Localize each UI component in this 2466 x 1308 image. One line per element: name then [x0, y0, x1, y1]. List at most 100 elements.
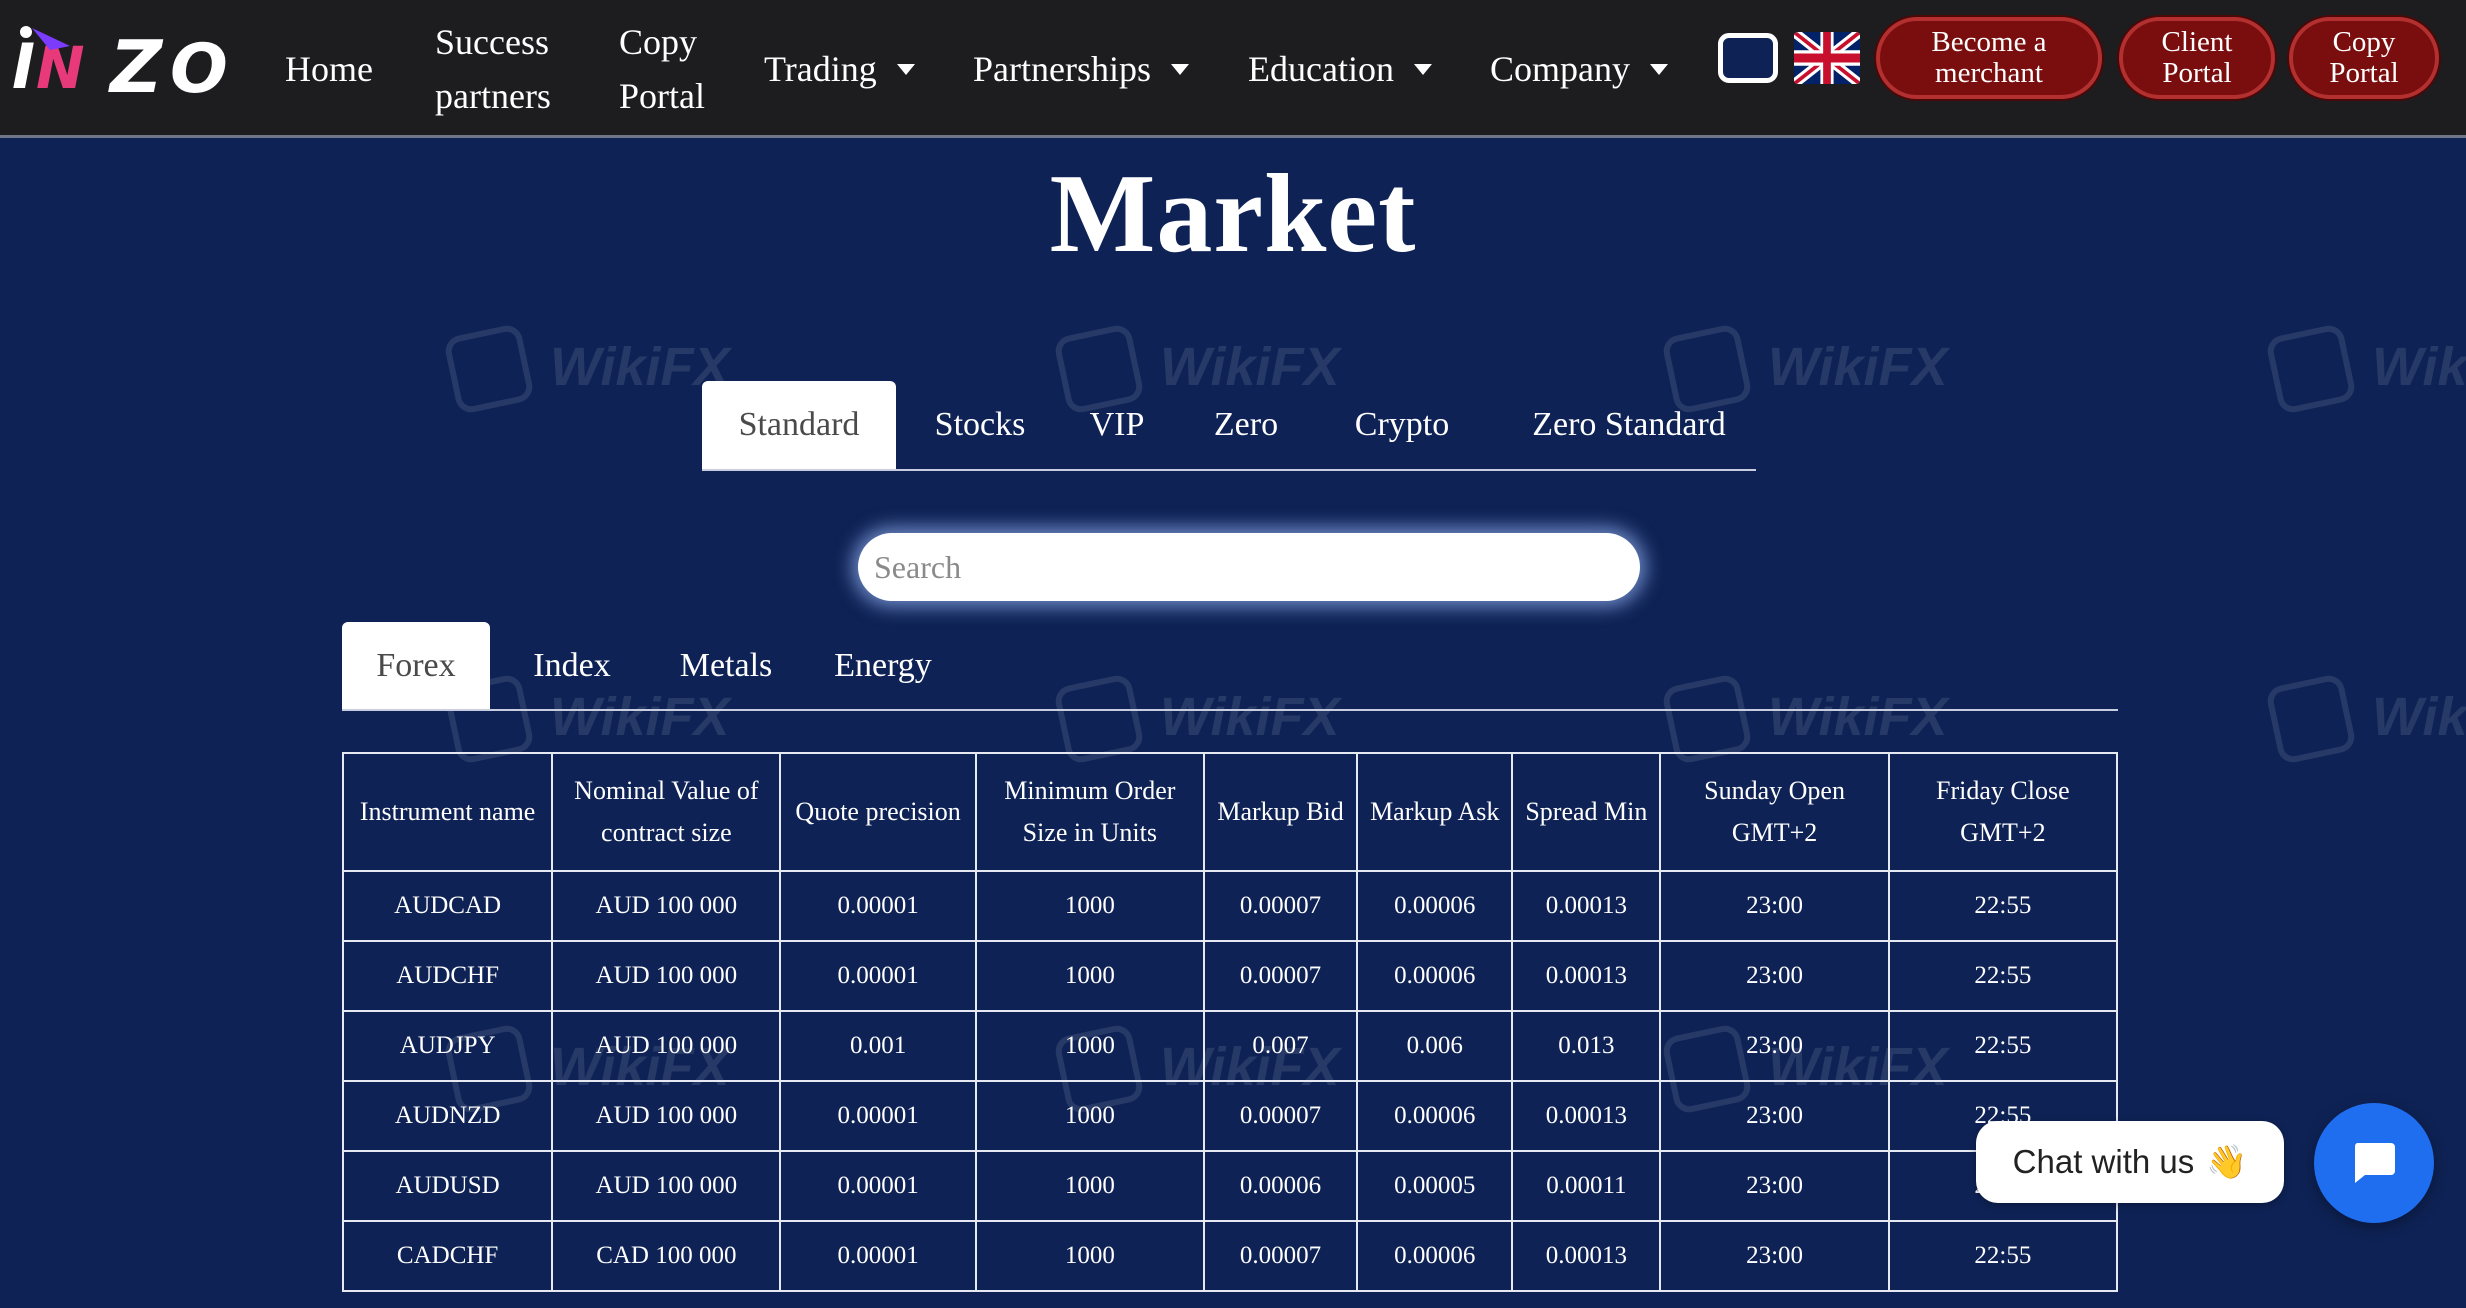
waving-hand-icon: 👋	[2206, 1142, 2248, 1180]
table-cell: 0.00013	[1511, 940, 1662, 1012]
chat-label: Chat with us	[2012, 1143, 2195, 1180]
nav-success-partners[interactable]: Success partners	[435, 0, 551, 138]
tab-stocks[interactable]: Stocks	[910, 381, 1050, 469]
logo-letter-z: Z	[108, 25, 164, 109]
table-cell: 1000	[974, 940, 1205, 1012]
nav-company-label: Company	[1490, 49, 1630, 89]
theme-toggle-button[interactable]	[1718, 33, 1778, 83]
copy-portal-line1: Copy	[2332, 26, 2396, 58]
market-table: Instrument name Nominal Value of contract…	[341, 752, 2119, 1292]
column-header: Sunday Open GMT+2	[1659, 752, 1890, 872]
table-cell: AUDCHF	[341, 940, 554, 1012]
table-cell: 0.00001	[779, 940, 977, 1012]
table-row: AUDCAD AUD 100 000 0.00001 1000 0.00007 …	[341, 870, 2119, 942]
table-cell: 1000	[974, 1080, 1205, 1152]
table-cell: 0.007	[1202, 1010, 1359, 1082]
search-input[interactable]	[858, 533, 1640, 601]
chat-launcher-button[interactable]	[2314, 1103, 2434, 1223]
watermark: WikiFX	[442, 322, 730, 416]
column-header: Nominal Value of contract size	[551, 752, 782, 872]
nav-trading-label: Trading	[764, 49, 877, 89]
table-cell: 0.00001	[779, 1080, 977, 1152]
brand-logo[interactable]: I N Z O	[10, 18, 250, 118]
watermark-text: WikiFX	[2372, 337, 2466, 397]
watermark-logo-icon	[2264, 672, 2358, 766]
column-header: Minimum Order Size in Units	[974, 752, 1205, 872]
watermark-logo-icon	[442, 322, 536, 416]
watermark: WikiFX	[2264, 672, 2466, 766]
table-cell: 1000	[974, 1220, 1205, 1292]
table-cell: 23:00	[1659, 1010, 1890, 1082]
table-cell: AUD 100 000	[551, 1010, 782, 1082]
table-cell: 0.00001	[779, 1220, 977, 1292]
table-cell: AUDUSD	[341, 1150, 554, 1222]
tab-zero-standard[interactable]: Zero Standard	[1502, 381, 1756, 469]
copy-portal-button[interactable]: Copy Portal	[2289, 17, 2439, 99]
logo-letter-o: O	[170, 30, 228, 109]
become-merchant-line1: Become a	[1931, 26, 2047, 58]
table-cell: 23:00	[1659, 940, 1890, 1012]
nav-education-dropdown[interactable]: Education	[1248, 0, 1432, 138]
watermark-text: WikiFX	[2372, 687, 2466, 747]
table-cell: 0.00007	[1202, 1220, 1359, 1292]
instrument-type-tabs: Forex Index Metals Energy	[342, 622, 2118, 711]
become-merchant-button[interactable]: Become a merchant	[1876, 17, 2102, 99]
column-header: Markup Bid	[1202, 752, 1359, 872]
chevron-down-icon	[1650, 63, 1668, 75]
nav-company-dropdown[interactable]: Company	[1490, 0, 1668, 138]
top-navbar: I N Z O Home Success partners Copy Porta…	[0, 0, 2466, 138]
column-header: Markup Ask	[1356, 752, 1514, 872]
logo-letter-i: I	[12, 30, 35, 103]
watermark-text: WikiFX	[1768, 337, 1948, 397]
column-header: Friday Close GMT+2	[1887, 752, 2119, 872]
table-row: AUDNZD AUD 100 000 0.00001 1000 0.00007 …	[341, 1080, 2119, 1152]
table-cell: 0.001	[779, 1010, 977, 1082]
chevron-down-icon	[1170, 63, 1189, 75]
uk-flag-icon[interactable]	[1794, 32, 1860, 84]
nav-success-partners-line2: partners	[435, 76, 551, 116]
table-row: AUDCHF AUD 100 000 0.00001 1000 0.00007 …	[341, 940, 2119, 1012]
table-cell: 0.00011	[1511, 1150, 1662, 1222]
table-cell: CADCHF	[341, 1220, 554, 1292]
nav-copy-portal-line2: Portal	[619, 76, 705, 116]
nav-copy-portal-line1: Copy	[619, 22, 698, 62]
tab-zero[interactable]: Zero	[1192, 381, 1300, 469]
table-cell: AUDJPY	[341, 1010, 554, 1082]
table-cell: 1000	[974, 1150, 1205, 1222]
table-cell: 22:55	[1887, 1010, 2119, 1082]
table-cell: 0.00006	[1356, 940, 1514, 1012]
tab-index[interactable]: Index	[502, 622, 642, 709]
table-cell: 0.00007	[1202, 940, 1359, 1012]
table-cell: 23:00	[1659, 1150, 1890, 1222]
nav-trading-dropdown[interactable]: Trading	[764, 0, 915, 138]
client-portal-button[interactable]: Client Portal	[2119, 17, 2275, 99]
tab-energy[interactable]: Energy	[808, 622, 958, 709]
chat-with-us-bubble[interactable]: Chat with us 👋	[1976, 1121, 2284, 1203]
tab-crypto[interactable]: Crypto	[1332, 381, 1472, 469]
tab-metals[interactable]: Metals	[656, 622, 796, 709]
table-cell: CAD 100 000	[551, 1220, 782, 1292]
table-cell: 0.00005	[1356, 1150, 1514, 1222]
table-cell: 0.00006	[1356, 1220, 1514, 1292]
account-type-tabs: Standard Stocks VIP Zero Crypto Zero Sta…	[702, 381, 1756, 471]
table-cell: 0.00006	[1356, 1080, 1514, 1152]
table-row: AUDJPY AUD 100 000 0.001 1000 0.007 0.00…	[341, 1010, 2119, 1082]
tab-standard[interactable]: Standard	[702, 381, 896, 469]
tab-forex[interactable]: Forex	[342, 622, 490, 709]
nav-partnerships-dropdown[interactable]: Partnerships	[973, 0, 1189, 138]
table-cell: 0.00001	[779, 870, 977, 942]
table-cell: 0.00013	[1511, 870, 1662, 942]
table-cell: 23:00	[1659, 870, 1890, 942]
table-cell: AUD 100 000	[551, 1080, 782, 1152]
watermark: WikiFX	[2264, 322, 2466, 416]
table-cell: 23:00	[1659, 1220, 1890, 1292]
table-cell: AUD 100 000	[551, 1150, 782, 1222]
nav-copy-portal[interactable]: Copy Portal	[619, 0, 705, 138]
column-header: Spread Min	[1511, 752, 1662, 872]
table-cell: 0.00007	[1202, 870, 1359, 942]
client-portal-line2: Portal	[2162, 57, 2232, 89]
chevron-down-icon	[896, 63, 915, 75]
nav-home[interactable]: Home	[285, 0, 373, 138]
table-cell: 0.00013	[1511, 1220, 1662, 1292]
tab-vip[interactable]: VIP	[1072, 381, 1162, 469]
